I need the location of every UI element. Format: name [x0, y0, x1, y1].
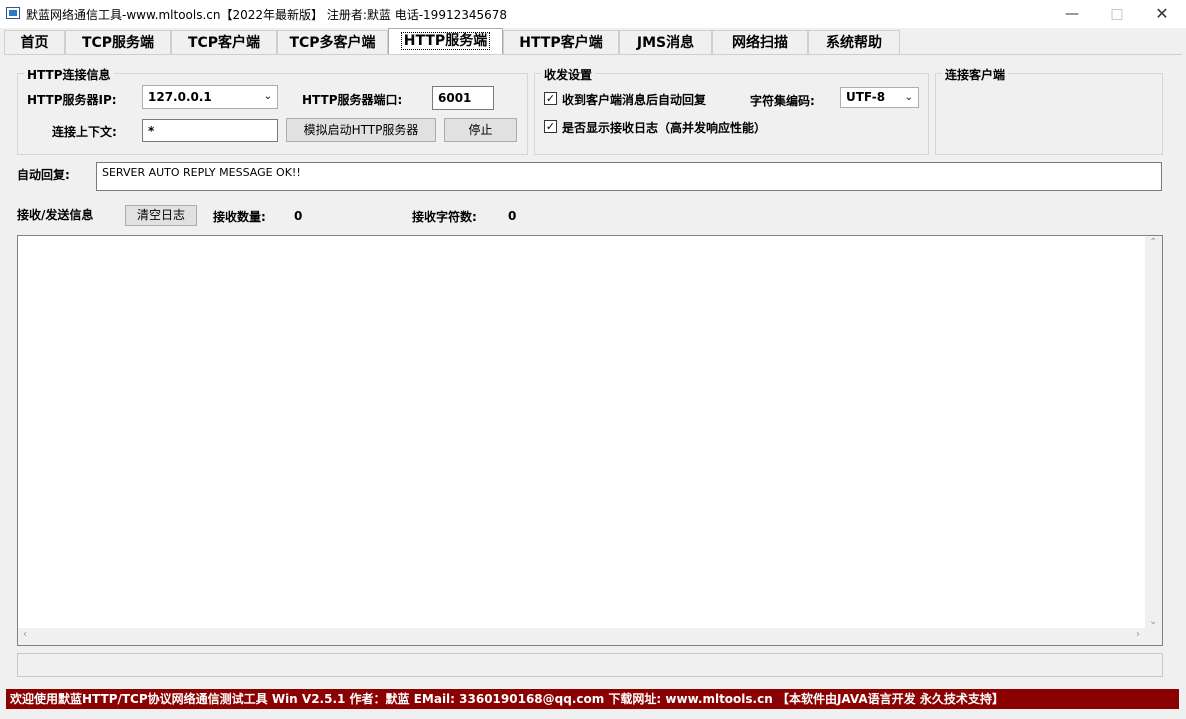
tab-tcp-multi-client[interactable]: TCP多客户端: [277, 30, 388, 54]
app-icon: [6, 7, 20, 19]
scroll-down-icon[interactable]: ⌄: [1149, 616, 1157, 627]
show-log-check-label[interactable]: 是否显示接收日志（高并发响应性能）: [562, 119, 766, 136]
close-button[interactable]: ✕: [1139, 0, 1185, 28]
http-connection-title: HTTP连接信息: [24, 66, 114, 83]
horizontal-scrollbar[interactable]: ‹ ›: [18, 628, 1145, 645]
chevron-down-icon: ⌄: [904, 92, 913, 103]
connected-clients-title: 连接客户端: [942, 66, 1009, 83]
server-port-input[interactable]: 6001: [432, 86, 494, 110]
vertical-scrollbar[interactable]: ⌃ ⌄: [1145, 236, 1162, 628]
show-log-checkbox[interactable]: ✓: [544, 120, 557, 133]
tab-http-client[interactable]: HTTP客户端: [503, 30, 619, 54]
receive-chars-label: 接收字符数:: [412, 210, 477, 224]
server-port-label: HTTP服务器端口:: [302, 93, 403, 107]
minimize-button[interactable]: —: [1049, 0, 1095, 28]
tab-divider: [4, 54, 1182, 55]
title-bar: 默蓝网络通信工具-www.mltools.cn【2022年最新版】 注册者:默蓝…: [0, 0, 1186, 28]
start-server-button[interactable]: 模拟启动HTTP服务器: [286, 118, 436, 142]
log-section-label: 接收/发送信息: [17, 208, 94, 222]
charset-select[interactable]: UTF-8 ⌄: [840, 87, 919, 108]
context-label: 连接上下文:: [52, 125, 117, 139]
tab-jms[interactable]: JMS消息: [619, 30, 712, 54]
tab-network-scan[interactable]: 网络扫描: [712, 30, 808, 54]
tab-home[interactable]: 首页: [4, 30, 65, 54]
chevron-down-icon: ⌄: [263, 91, 272, 102]
footer-banner: 欢迎使用默蓝HTTP/TCP协议网络通信测试工具 Win V2.5.1 作者：默…: [6, 689, 1179, 709]
stop-button[interactable]: 停止: [444, 118, 517, 142]
maximize-button[interactable]: □: [1094, 0, 1140, 28]
server-ip-label: HTTP服务器IP:: [27, 93, 117, 107]
receive-chars-value: 0: [508, 209, 517, 223]
status-field: [17, 653, 1163, 677]
auto-reply-label: 自动回复:: [17, 168, 70, 182]
tab-http-server[interactable]: HTTP服务端: [388, 28, 503, 55]
settings-group: 收发设置: [534, 66, 929, 155]
charset-label: 字符集编码:: [750, 94, 815, 108]
receive-count-label: 接收数量:: [213, 210, 266, 224]
connected-clients-group: 连接客户端: [935, 66, 1163, 155]
auto-reply-input[interactable]: SERVER AUTO REPLY MESSAGE OK!!: [96, 162, 1162, 191]
auto-reply-checkbox[interactable]: ✓: [544, 92, 557, 105]
auto-reply-check-label[interactable]: 收到客户端消息后自动回复: [562, 91, 706, 108]
receive-count-value: 0: [294, 209, 303, 223]
scroll-left-icon[interactable]: ‹: [23, 629, 27, 640]
tab-help[interactable]: 系统帮助: [808, 30, 900, 54]
server-ip-select[interactable]: 127.0.0.1 ⌄: [142, 85, 278, 109]
context-input[interactable]: *: [142, 119, 278, 142]
main-panel: 首页 TCP服务端 TCP客户端 TCP多客户端 HTTP服务端 HTTP客户端…: [0, 28, 1186, 719]
log-textarea[interactable]: ⌃ ⌄ ‹ ›: [17, 235, 1163, 646]
window-title: 默蓝网络通信工具-www.mltools.cn【2022年最新版】 注册者:默蓝…: [26, 8, 508, 22]
scroll-up-icon[interactable]: ⌃: [1149, 237, 1157, 248]
tab-tcp-server[interactable]: TCP服务端: [65, 30, 171, 54]
settings-title: 收发设置: [541, 66, 596, 83]
clear-log-button[interactable]: 清空日志: [125, 205, 197, 226]
scroll-right-icon[interactable]: ›: [1136, 629, 1140, 640]
tab-tcp-client[interactable]: TCP客户端: [171, 30, 277, 54]
scrollbar-corner: [1145, 628, 1162, 645]
